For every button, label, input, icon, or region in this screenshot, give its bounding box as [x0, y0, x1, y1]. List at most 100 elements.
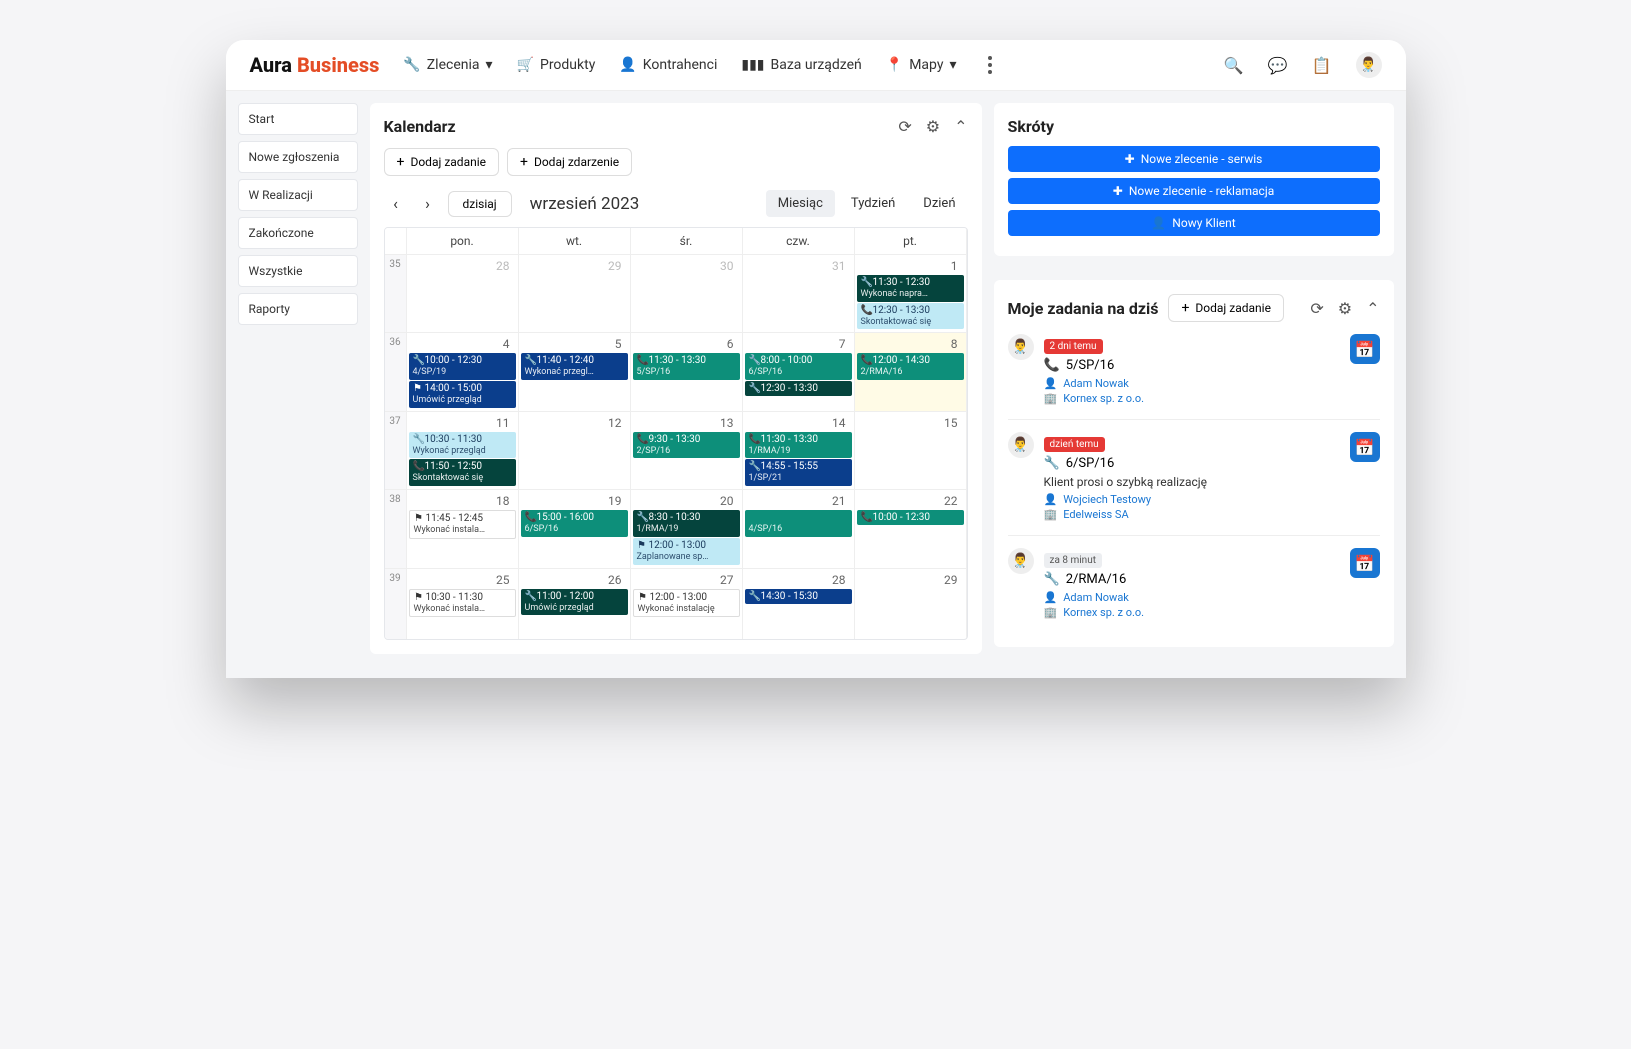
day-cell[interactable]: 1🔧11:30 - 12:30Wykonać napra…📞12:30 - 13… [855, 255, 967, 332]
task-person[interactable]: 👤Adam Nowak [1044, 377, 1340, 390]
calendar-event[interactable]: 🔧11:40 - 12:40Wykonać przegl… [521, 353, 628, 380]
day-cell[interactable]: 15 [855, 412, 967, 489]
day-cell[interactable]: 28🔧14:30 - 15:30 [743, 569, 855, 639]
event-icon: 📞 [861, 304, 871, 317]
chevron-up-icon[interactable]: ⌃ [954, 117, 967, 136]
event-icon: 📞 [637, 354, 647, 367]
day-cell[interactable]: 13📞9:30 - 13:302/SP/16 [631, 412, 743, 489]
search-button[interactable]: 🔍 [1224, 55, 1244, 75]
calendar-event[interactable]: 📞10:00 - 12:30 [857, 510, 964, 525]
nav-baza[interactable]: ▮▮▮ Baza urządzeń [741, 57, 861, 73]
day-cell[interactable]: 22📞10:00 - 12:30 [855, 490, 967, 567]
calendar-event[interactable]: ⚑12:00 - 13:00Wykonać instalację [633, 589, 740, 618]
calendar-event[interactable]: 🔧11:30 - 12:30Wykonać napra… [857, 275, 964, 302]
day-cell[interactable]: 29 [519, 255, 631, 332]
day-cell[interactable]: 19📞15:00 - 16:006/SP/16 [519, 490, 631, 567]
task-company[interactable]: 🏢Kornex sp. z o.o. [1044, 392, 1340, 405]
refresh-icon[interactable]: ⟳ [1310, 299, 1323, 318]
calendar-event[interactable]: 📞11:30 - 13:301/RMA/19 [745, 432, 852, 459]
calendar-event[interactable]: 🔧8:00 - 10:006/SP/16 [745, 353, 852, 380]
day-cell[interactable]: 12 [519, 412, 631, 489]
task-calendar-button[interactable]: 📅 [1350, 432, 1380, 462]
view-tab-dzień[interactable]: Dzień [911, 190, 967, 217]
task-calendar-button[interactable]: 📅 [1350, 334, 1380, 364]
calendar-event[interactable]: 📞11:50 - 12:50Skontaktować się [409, 459, 516, 486]
chat-button[interactable]: 💬 [1268, 55, 1288, 75]
today-button[interactable]: dzisiaj [448, 191, 512, 217]
shortcut-button-1[interactable]: ✚Nowe zlecenie - reklamacja [1008, 178, 1380, 204]
shortcut-button-0[interactable]: ✚Nowe zlecenie - serwis [1008, 146, 1380, 172]
calendar-event[interactable]: 📞12:30 - 13:30Skontaktować się [857, 303, 964, 330]
view-tab-tydzień[interactable]: Tydzień [839, 190, 907, 217]
task-title[interactable]: 🔧6/SP/16 [1044, 456, 1340, 471]
sidebar-item-3[interactable]: Zakończone [238, 217, 358, 249]
task-title[interactable]: 🔧2/RMA/16 [1044, 572, 1340, 587]
day-cell[interactable]: 6📞11:30 - 13:305/SP/16 [631, 333, 743, 410]
calendar-event[interactable]: 🔧8:30 - 10:301/RMA/19 [633, 510, 740, 537]
day-cell[interactable]: 31 [743, 255, 855, 332]
day-cell[interactable]: 20🔧8:30 - 10:301/RMA/19⚑12:00 - 13:00Zap… [631, 490, 743, 567]
event-icon: 🔧 [413, 354, 423, 367]
view-tab-miesiąc[interactable]: Miesiąc [766, 190, 835, 217]
nav-mapy[interactable]: 📍 Mapy ▾ [886, 57, 957, 73]
brand-a: Aura [250, 53, 292, 77]
next-month[interactable]: › [416, 192, 440, 216]
calendar-event[interactable]: 🔧10:30 - 11:30Wykonać przegląd [409, 432, 516, 459]
day-cell[interactable]: 25⚑10:30 - 11:30Wykonać instala… [407, 569, 519, 639]
day-cell[interactable]: 18⚑11:45 - 12:45Wykonać instala… [407, 490, 519, 567]
calendar-event[interactable]: 🔧12:30 - 13:30 [745, 381, 852, 396]
day-cell[interactable]: 30 [631, 255, 743, 332]
task-company[interactable]: 🏢Kornex sp. z o.o. [1044, 606, 1340, 619]
day-cell[interactable]: 29 [855, 569, 967, 639]
day-cell[interactable]: 8📞12:00 - 14:302/RMA/16 [855, 333, 967, 410]
calendar-event[interactable]: 📞12:00 - 14:302/RMA/16 [857, 353, 964, 380]
sidebar-item-1[interactable]: Nowe zgłoszenia [238, 141, 358, 173]
shortcut-button-2[interactable]: 👤Nowy Klient [1008, 210, 1380, 236]
calendar-event[interactable]: 🔧11:00 - 12:00Umówić przegląd [521, 589, 628, 616]
calendar-event[interactable]: 🔧10:00 - 12:304/SP/19 [409, 353, 516, 380]
more-menu[interactable] [980, 55, 1000, 75]
calendar-event[interactable]: 📞9:30 - 13:302/SP/16 [633, 432, 740, 459]
nav-produkty[interactable]: 🛒 Produkty [517, 57, 596, 73]
calendar-event[interactable]: ⚑11:45 - 12:45Wykonać instala… [409, 510, 516, 539]
prev-month[interactable]: ‹ [384, 192, 408, 216]
sidebar-item-2[interactable]: W Realizacji [238, 179, 358, 211]
task-company[interactable]: 🏢Edelweiss SA [1044, 508, 1340, 521]
calendar-event[interactable]: 4/SP/16 [745, 510, 852, 537]
day-cell[interactable]: 4🔧10:00 - 12:304/SP/19⚑14:00 - 15:00Umów… [407, 333, 519, 410]
clipboard-button[interactable]: 📋 [1312, 55, 1332, 75]
nav-zlecenia[interactable]: 🔧 Zlecenia ▾ [403, 57, 492, 73]
gear-icon[interactable]: ⚙ [1338, 299, 1352, 318]
task-person[interactable]: 👤Wojciech Testowy [1044, 493, 1340, 506]
user-avatar[interactable]: 👨‍⚕️ [1356, 52, 1382, 78]
calendar-event[interactable]: ⚑12:00 - 13:00Zaplanowane sp… [633, 538, 740, 565]
chevron-up-icon[interactable]: ⌃ [1366, 299, 1379, 318]
nav-mapy-label: Mapy [909, 57, 943, 73]
calendar-event[interactable]: 🔧14:55 - 15:551/SP/21 [745, 459, 852, 486]
sidebar-item-0[interactable]: Start [238, 103, 358, 135]
sidebar-item-4[interactable]: Wszystkie [238, 255, 358, 287]
day-cell[interactable]: 28 [407, 255, 519, 332]
gear-icon[interactable]: ⚙ [926, 117, 940, 136]
day-cell[interactable]: 27⚑12:00 - 13:00Wykonać instalację [631, 569, 743, 639]
day-cell[interactable]: 7🔧8:00 - 10:006/SP/16🔧12:30 - 13:30 [743, 333, 855, 410]
calendar-event[interactable]: 🔧14:30 - 15:30 [745, 589, 852, 604]
task-title[interactable]: 📞5/SP/16 [1044, 358, 1340, 373]
task-person[interactable]: 👤Adam Nowak [1044, 591, 1340, 604]
day-cell[interactable]: 11🔧10:30 - 11:30Wykonać przegląd📞11:50 -… [407, 412, 519, 489]
sidebar-item-5[interactable]: Raporty [238, 293, 358, 325]
refresh-icon[interactable]: ⟳ [898, 117, 911, 136]
calendar-event[interactable]: 📞15:00 - 16:006/SP/16 [521, 510, 628, 537]
add-event-button[interactable]: + Dodaj zdarzenie [507, 148, 632, 176]
day-cell[interactable]: 26🔧11:00 - 12:00Umówić przegląd [519, 569, 631, 639]
calendar-event[interactable]: ⚑10:30 - 11:30Wykonać instala… [409, 589, 516, 618]
calendar-event[interactable]: ⚑14:00 - 15:00Umówić przegląd [409, 381, 516, 408]
task-calendar-button[interactable]: 📅 [1350, 548, 1380, 578]
day-cell[interactable]: 14📞11:30 - 13:301/RMA/19🔧14:55 - 15:551/… [743, 412, 855, 489]
calendar-event[interactable]: 📞11:30 - 13:305/SP/16 [633, 353, 740, 380]
add-task-button-2[interactable]: + Dodaj zadanie [1168, 294, 1284, 322]
add-task-button[interactable]: + Dodaj zadanie [384, 148, 500, 176]
day-cell[interactable]: 214/SP/16 [743, 490, 855, 567]
day-cell[interactable]: 5🔧11:40 - 12:40Wykonać przegl… [519, 333, 631, 410]
nav-kontrahenci[interactable]: 👤 Kontrahenci [619, 57, 717, 73]
